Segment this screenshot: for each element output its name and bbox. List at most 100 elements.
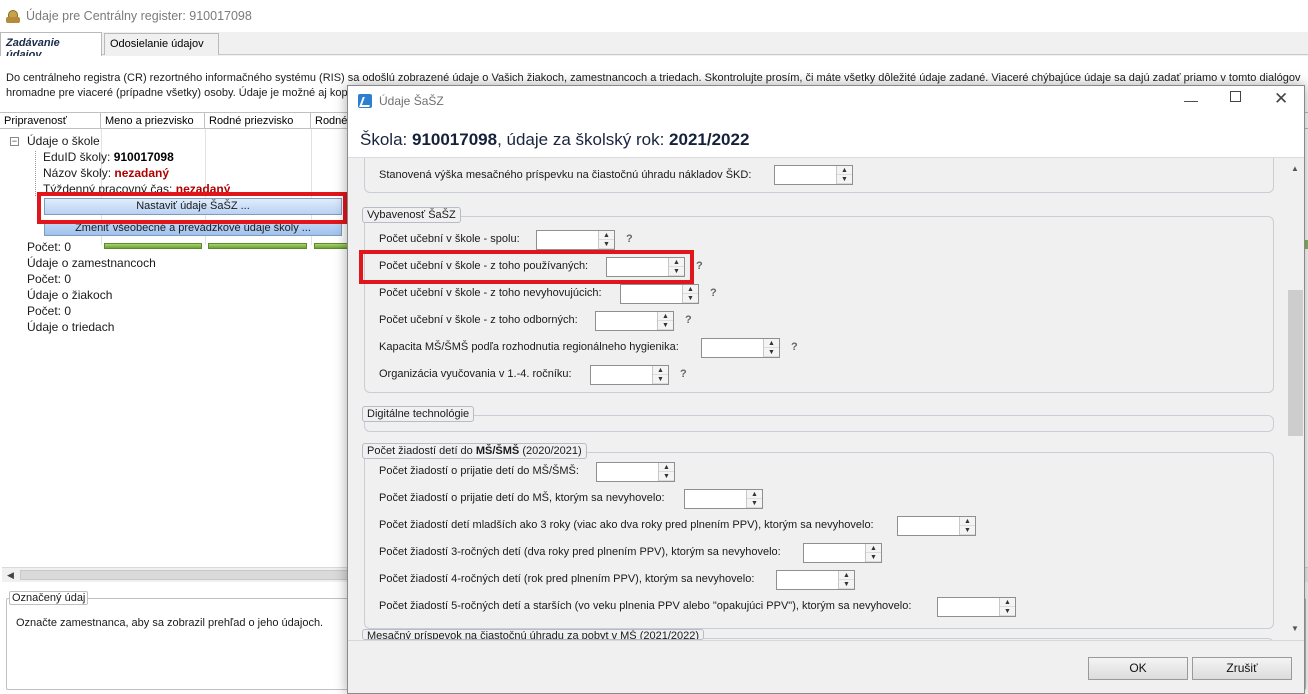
scroll-left-icon[interactable]: ◀ (7, 570, 14, 581)
spin-down-icon: ▼ (1000, 607, 1015, 616)
progress-bar (104, 243, 202, 249)
column-rodne[interactable]: Rodné (311, 113, 351, 129)
ucebne-odborne-label: Počet učební v škole - z toho odborných: (379, 314, 578, 326)
ucebne-nevyhovujuce-label: Počet učební v škole - z toho nevyhovujú… (379, 287, 602, 299)
selected-item-hint: Označte zamestnanca, aby sa zobrazil pre… (16, 617, 324, 629)
tree-node-students[interactable]: Údaje o žiakoch (27, 288, 112, 302)
ziadosti-ms-smss-input[interactable]: ▲ ▼ (596, 462, 675, 482)
dialog-title: Údaje ŠaŠZ (379, 94, 444, 108)
hours-label: Týždenný pracovný čas: (43, 182, 173, 192)
ucebne-spolu-input[interactable]: ▲ ▼ (536, 230, 615, 250)
spin-up-icon: ▲ (837, 166, 852, 175)
tree-count-2: Počet: 0 (27, 272, 72, 286)
heading-school-id: 910017098 (411, 130, 498, 149)
ziadosti-4rocne-input[interactable]: ▲ ▼ (776, 570, 855, 590)
spin-up-icon: ▲ (653, 366, 668, 375)
spin-down-icon: ▼ (866, 553, 881, 562)
ok-button[interactable]: OK (1088, 657, 1188, 680)
description-line-1: Do centrálneho registra (CR) rezortného … (6, 72, 1301, 84)
help-icon[interactable]: ? (685, 314, 692, 326)
spin-up-icon: ▲ (599, 231, 614, 240)
scroll-down-icon[interactable]: ▼ (1291, 624, 1299, 633)
tree-node-school[interactable]: Údaje o škole (27, 134, 100, 148)
spin-down-icon: ▼ (683, 294, 698, 303)
scroll-thumb[interactable] (20, 570, 350, 580)
tree-count-3: Počet: 0 (27, 304, 72, 318)
kapacita-input[interactable]: ▲ ▼ (701, 338, 780, 358)
spin-down-icon: ▼ (960, 526, 975, 535)
tab-strip: Zadávanie údajov Odosielanie údajov (0, 32, 1308, 61)
ucebne-pouzivane-input[interactable]: ▲ ▼ (606, 257, 685, 277)
spin-up-icon: ▲ (747, 490, 762, 499)
spin-up-icon: ▲ (669, 258, 684, 267)
zmenit-udaje-skoly-button[interactable]: Zmeniť všeobecné a prevádzkové údaje ško… (44, 220, 342, 236)
spin-down-icon: ▼ (658, 321, 673, 330)
spin-up-icon: ▲ (839, 571, 854, 580)
ziadosti-5rocne-label: Počet žiadostí 5-ročných detí a starších… (379, 600, 912, 612)
ziadosti-title-prefix: Počet žiadostí detí do (367, 445, 476, 457)
ziadosti-title: Počet žiadostí detí do MŠ/ŠMŠ (2020/2021… (362, 443, 587, 459)
cancel-button[interactable]: Zrušiť (1192, 657, 1292, 680)
tree-eduid: EduID školy: 910017098 (43, 150, 174, 164)
dialog-body: Stanovená výška mesačného príspevku na č… (348, 158, 1304, 640)
progress-bar (314, 243, 348, 249)
spin-down-icon: ▼ (599, 240, 614, 249)
scroll-thumb[interactable] (1288, 290, 1303, 436)
spin-up-icon: ▲ (866, 544, 881, 553)
collapse-icon[interactable]: − (10, 137, 19, 146)
spin-up-icon: ▲ (659, 463, 674, 472)
column-rodne-priezvisko[interactable]: Rodné priezvisko (205, 113, 311, 129)
ucebne-spolu-label: Počet učební v škole - spolu: (379, 233, 520, 245)
ziadosti-ms-nevyhovelo-input[interactable]: ▲ ▼ (684, 489, 763, 509)
tab-odosielanie[interactable]: Odosielanie údajov (104, 33, 219, 55)
spin-down-icon: ▼ (747, 499, 762, 508)
ucebne-odborne-input[interactable]: ▲ ▼ (595, 311, 674, 331)
organizacia-input[interactable]: ▲ ▼ (590, 365, 669, 385)
heading-prefix: Škola: (360, 130, 412, 149)
spin-down-icon: ▼ (653, 375, 668, 384)
selected-item-legend: Označený údaj (9, 591, 89, 605)
tab-zadavanie[interactable]: Zadávanie údajov (0, 32, 102, 61)
progress-bar (208, 243, 307, 249)
nastavit-udaje-sasz-button[interactable]: Nastaviť údaje ŠaŠZ ... (44, 198, 342, 215)
tree-node-employees[interactable]: Údaje o zamestnancoch (27, 256, 156, 270)
help-icon[interactable]: ? (710, 287, 717, 299)
organizacia-label: Organizácia vyučovania v 1.-4. ročníku: (379, 368, 572, 380)
ziadosti-ms-nevyhovelo-label: Počet žiadostí o prijatie detí do MŠ, kt… (379, 492, 665, 504)
help-icon[interactable]: ? (626, 233, 633, 245)
ziadosti-3rocne-input[interactable]: ▲ ▼ (803, 543, 882, 563)
main-window-title: Údaje pre Centrálny register: 910017098 (26, 9, 252, 23)
tree-node-classes[interactable]: Údaje o triedach (27, 320, 114, 334)
scroll-up-icon[interactable]: ▲ (1291, 164, 1299, 173)
column-meno[interactable]: Meno a priezvisko (101, 113, 205, 129)
sasz-dialog: Údaje ŠaŠZ — ✕ Škola: 910017098, údaje z… (347, 85, 1305, 694)
dialog-vertical-scrollbar[interactable]: ▲ ▼ (1287, 158, 1304, 640)
dialog-app-icon (358, 94, 372, 108)
ziadosti-mladsie-input[interactable]: ▲ ▼ (897, 516, 976, 536)
help-icon[interactable]: ? (680, 368, 687, 380)
vybavenost-title: Vybavenosť ŠaŠZ (362, 207, 461, 223)
minimize-icon[interactable]: — (1184, 92, 1198, 108)
skd-input[interactable]: ▲ ▼ (774, 165, 853, 185)
dialog-title-bar: Údaje ŠaŠZ (348, 86, 1304, 116)
heading-year: 2021/2022 (669, 130, 750, 149)
ziadosti-5rocne-input[interactable]: ▲ ▼ (937, 597, 1016, 617)
spin-down-icon: ▼ (839, 580, 854, 589)
close-icon[interactable]: ✕ (1274, 89, 1288, 109)
column-pripravenost[interactable]: Pripravenosť (0, 113, 101, 129)
eduid-label: EduID školy: (43, 150, 111, 164)
school-name-label: Názov školy: (43, 166, 112, 180)
ziadosti-title-bold: MŠ/ŠMŠ (475, 445, 520, 457)
spin-down-icon: ▼ (669, 267, 684, 276)
skd-label: Stanovená výška mesačného príspevku na č… (379, 169, 752, 181)
ziadosti-4rocne-label: Počet žiadostí 4-ročných detí (rok pred … (379, 573, 755, 585)
spin-up-icon: ▲ (683, 285, 698, 294)
help-icon[interactable]: ? (696, 260, 703, 272)
maximize-icon[interactable] (1230, 91, 1241, 102)
ucebne-nevyhovujuce-input[interactable]: ▲ ▼ (620, 284, 699, 304)
kapacita-label: Kapacita MŠ/ŠMŠ podľa rozhodnutia region… (379, 341, 679, 353)
help-icon[interactable]: ? (791, 341, 798, 353)
spin-up-icon: ▲ (960, 517, 975, 526)
digitalne-group[interactable] (364, 415, 1274, 432)
spin-down-icon: ▼ (764, 348, 779, 357)
